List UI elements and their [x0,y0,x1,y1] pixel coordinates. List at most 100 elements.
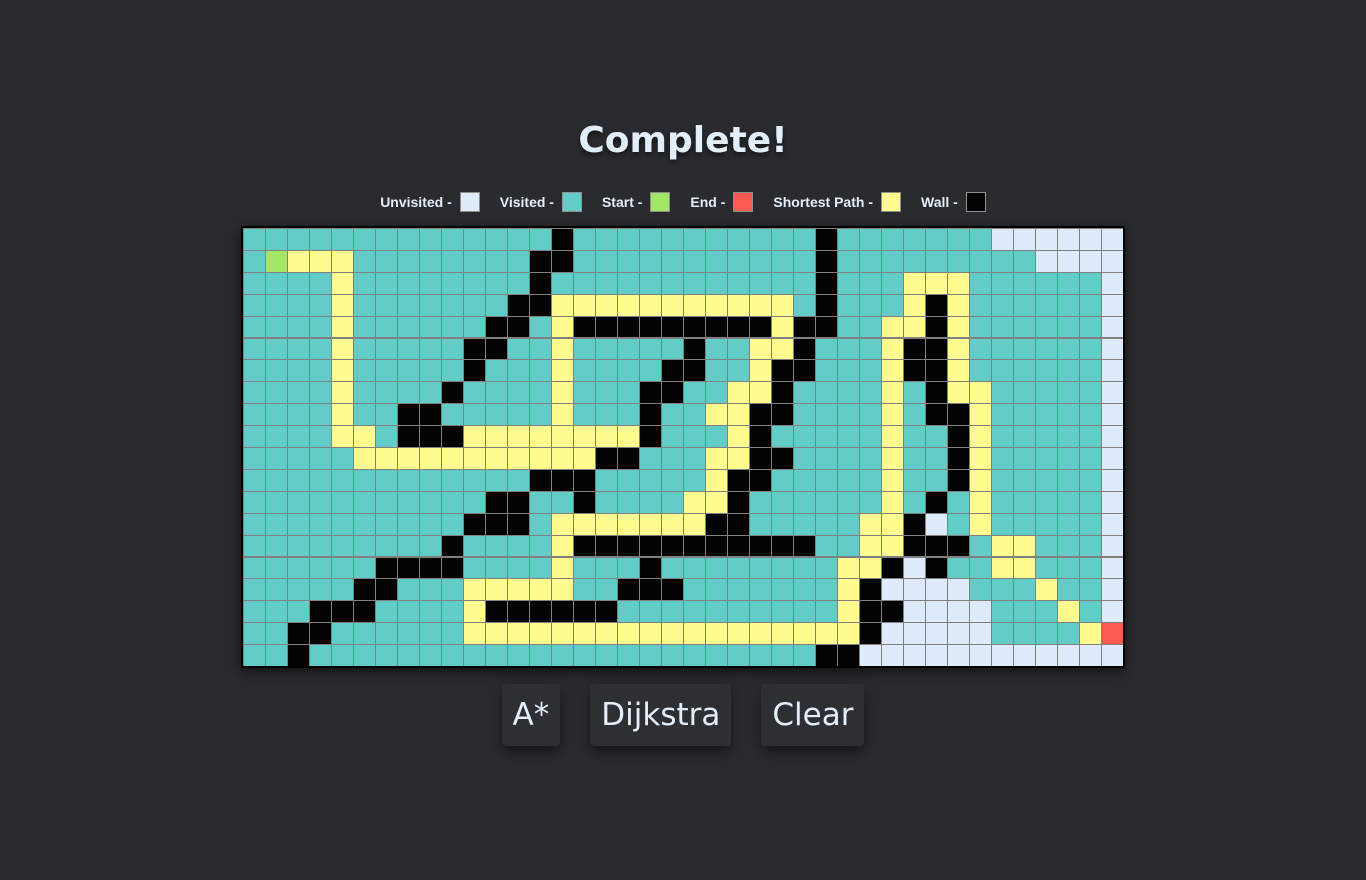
grid-cell-visited[interactable] [464,469,485,491]
grid-cell-path[interactable] [508,623,529,645]
grid-cell-visited[interactable] [486,229,507,250]
grid-cell-path[interactable] [706,491,727,513]
grid-cell-path[interactable] [486,579,507,601]
grid-cell-visited[interactable] [244,513,265,535]
grid-cell-visited[interactable] [618,360,639,382]
grid-cell-visited[interactable] [618,469,639,491]
grid-cell-visited[interactable] [1014,294,1035,316]
grid-cell-wall[interactable] [794,535,815,557]
grid-cell-path[interactable] [882,316,903,338]
grid-cell-visited[interactable] [442,338,463,360]
grid-cell-unvisited[interactable] [948,623,969,645]
grid-cell-path[interactable] [728,623,749,645]
grid-cell-visited[interactable] [618,557,639,579]
grid-cell-path[interactable] [552,360,573,382]
grid-cell-path[interactable] [948,382,969,404]
grid-cell-wall[interactable] [420,557,441,579]
grid-cell-unvisited[interactable] [1036,645,1057,666]
grid-cell-visited[interactable] [860,404,881,426]
grid-cell-wall[interactable] [640,557,661,579]
grid-cell-visited[interactable] [398,229,419,250]
grid-cell-wall[interactable] [530,294,551,316]
grid-cell-unvisited[interactable] [1080,250,1101,272]
grid-cell-visited[interactable] [486,382,507,404]
grid-cell-visited[interactable] [860,250,881,272]
grid-cell-visited[interactable] [970,229,991,250]
grid-cell-path[interactable] [596,294,617,316]
grid-cell-visited[interactable] [354,404,375,426]
grid-cell-visited[interactable] [838,250,859,272]
grid-cell-visited[interactable] [794,229,815,250]
grid-cell-unvisited[interactable] [926,579,947,601]
grid-cell-visited[interactable] [376,645,397,666]
grid-cell-visited[interactable] [816,469,837,491]
grid-cell-visited[interactable] [794,469,815,491]
grid-cell-unvisited[interactable] [1102,382,1123,404]
grid-cell-wall[interactable] [772,535,793,557]
grid-cell-visited[interactable] [838,316,859,338]
grid-cell-visited[interactable] [904,491,925,513]
grid-cell-visited[interactable] [684,272,705,294]
grid-cell-visited[interactable] [398,382,419,404]
grid-cell-path[interactable] [596,623,617,645]
grid-cell-visited[interactable] [574,579,595,601]
grid-cell-visited[interactable] [1014,250,1035,272]
grid-cell-visited[interactable] [398,250,419,272]
grid-cell-visited[interactable] [882,229,903,250]
grid-cell-visited[interactable] [464,316,485,338]
grid-cell-visited[interactable] [1080,535,1101,557]
grid-cell-path[interactable] [662,513,683,535]
grid-cell-path[interactable] [816,623,837,645]
grid-cell-path[interactable] [398,448,419,469]
grid-cell-visited[interactable] [618,645,639,666]
grid-cell-visited[interactable] [662,404,683,426]
grid-cell-visited[interactable] [442,469,463,491]
grid-cell-path[interactable] [1058,601,1079,623]
grid-cell-unvisited[interactable] [948,645,969,666]
grid-cell-wall[interactable] [640,535,661,557]
grid-cell-path[interactable] [728,426,749,447]
grid-cell-visited[interactable] [574,360,595,382]
grid-cell-path[interactable] [772,294,793,316]
grid-cell-path[interactable] [684,491,705,513]
grid-cell-visited[interactable] [992,272,1013,294]
grid-cell-visited[interactable] [420,513,441,535]
grid-cell-wall[interactable] [442,535,463,557]
grid-cell-path[interactable] [332,404,353,426]
grid-cell-path[interactable] [376,448,397,469]
grid-cell-visited[interactable] [244,404,265,426]
grid-cell-visited[interactable] [310,579,331,601]
grid-cell-visited[interactable] [772,601,793,623]
grid-cell-visited[interactable] [486,645,507,666]
grid-cell-path[interactable] [992,535,1013,557]
grid-cell-visited[interactable] [838,448,859,469]
grid-cell-visited[interactable] [728,229,749,250]
grid-cell-path[interactable] [882,382,903,404]
grid-cell-visited[interactable] [288,360,309,382]
grid-cell-visited[interactable] [662,469,683,491]
grid-cell-visited[interactable] [1036,382,1057,404]
grid-cell-visited[interactable] [354,272,375,294]
grid-cell-visited[interactable] [574,645,595,666]
grid-cell-visited[interactable] [310,229,331,250]
grid-cell-wall[interactable] [618,316,639,338]
grid-cell-visited[interactable] [860,229,881,250]
grid-cell-visited[interactable] [244,601,265,623]
grid-cell-path[interactable] [574,448,595,469]
astar-button[interactable]: A* [501,684,561,746]
grid-cell-visited[interactable] [354,360,375,382]
grid-cell-visited[interactable] [948,491,969,513]
grid-cell-visited[interactable] [1080,448,1101,469]
start-node[interactable] [266,250,287,272]
grid-cell-visited[interactable] [398,491,419,513]
grid-cell-unvisited[interactable] [1014,229,1035,250]
grid-cell-unvisited[interactable] [1102,338,1123,360]
grid-cell-visited[interactable] [970,272,991,294]
grid-cell-visited[interactable] [838,382,859,404]
grid-cell-path[interactable] [948,272,969,294]
grid-cell-visited[interactable] [376,601,397,623]
grid-cell-wall[interactable] [552,601,573,623]
grid-cell-visited[interactable] [838,360,859,382]
grid-cell-path[interactable] [552,623,573,645]
grid-cell-path[interactable] [728,294,749,316]
